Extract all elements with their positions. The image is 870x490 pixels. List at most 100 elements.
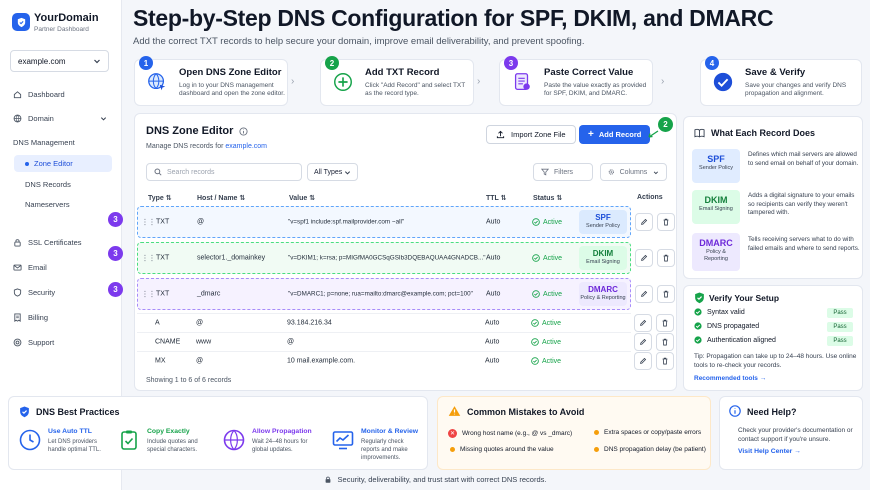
cell-host: selector1._domainkey [197, 254, 266, 262]
nav-domain[interactable]: Domain [10, 110, 112, 127]
record-tag: DMARC Policy & Reporting [579, 282, 627, 306]
nav-ssl[interactable]: SSL Certificates [10, 234, 112, 251]
nav-zone-editor-label: Zone Editor [34, 159, 73, 168]
records-count: Showing 1 to 6 of 6 records [146, 377, 232, 384]
cell-type: MX [155, 357, 166, 365]
globe-icon [13, 114, 22, 123]
visit-help-center-link[interactable]: Visit Help Center → [738, 448, 801, 455]
table-row[interactable]: CNAME www @ Auto Active [137, 332, 674, 351]
edit-button[interactable] [635, 213, 653, 231]
col-header-ttl[interactable]: TTL ⇅ [486, 194, 507, 202]
step-2-number: 2 [325, 56, 339, 70]
delete-button[interactable] [657, 285, 675, 303]
what-each-record-does-card: What Each Record Does SPF Sender Policy … [683, 116, 863, 279]
trash-icon [663, 254, 669, 262]
col-header-status[interactable]: Status ⇅ [533, 194, 562, 202]
step-3-callout-badge-spf: 3 [108, 212, 123, 227]
auto-ttl-desc: Let DNS providers handle optimal TTL. [48, 439, 101, 454]
drag-handle-icon[interactable]: ⋮⋮ [141, 254, 156, 263]
document-paste-icon [510, 70, 534, 94]
filters-button[interactable]: Filters [533, 163, 593, 181]
step-3-number: 3 [504, 56, 518, 70]
nav-email-label: Email [28, 263, 47, 272]
arrow-right-icon: › [477, 76, 481, 87]
col-status-label: Status [533, 195, 555, 202]
edit-button[interactable] [634, 352, 652, 370]
nav-support-label: Support [28, 338, 55, 347]
table-row-spf[interactable]: ⋮⋮ TXT @ "v=spf1 include:spf.mailprovider.c… [137, 206, 675, 238]
table-row[interactable]: MX @10 mail.example.com. Auto Active [137, 351, 674, 370]
shield-check-icon [20, 406, 29, 418]
status-text: Active [542, 357, 562, 365]
delete-button[interactable] [656, 333, 674, 351]
chevron-down-icon [100, 117, 107, 121]
status-text: Active [542, 338, 562, 346]
mistake-text: Extra spaces or copy/paste errors [604, 429, 702, 436]
copy-exactly-desc: Include quotes and special characters. [147, 439, 198, 454]
cell-value: "v=spf1 include:spf.mailprovider.com ~al… [288, 218, 405, 226]
edit-button[interactable] [634, 314, 652, 332]
col-header-host[interactable]: Host / Name ⇅ [197, 194, 245, 202]
verify-item-aligned-label: Authentication aligned [707, 336, 776, 344]
dkim-box: DKIM Email Signing [692, 190, 740, 224]
record-tag-sub: Email Signing [586, 259, 620, 265]
table-row-dkim[interactable]: ⋮⋮ TXT selector1._domainkey "v=DKIM1; k=rsa… [137, 242, 675, 274]
step-2-title: Add TXT Record [365, 67, 440, 78]
nav-nameservers[interactable]: Nameservers [14, 196, 112, 213]
status-badge: Active [531, 319, 561, 327]
col-header-actions: Actions [637, 194, 663, 201]
col-header-value[interactable]: Value ⇅ [289, 194, 315, 202]
nav-domain-label: Domain [28, 114, 54, 123]
zone-domain-link[interactable]: example.com [225, 143, 267, 150]
brand-subtitle: Partner Dashboard [34, 26, 89, 33]
dmarc-box-sub: Policy & Reporting [704, 249, 728, 262]
domain-select[interactable]: example.com [10, 50, 109, 72]
delete-button[interactable] [656, 314, 674, 332]
status-badge: Active [532, 218, 562, 226]
nav-billing[interactable]: Billing [10, 309, 112, 326]
bullet-dot-icon [450, 447, 455, 452]
mistake-text: Wrong host name (e.g., @ vs _dmarc) [462, 430, 573, 437]
table-row-dmarc[interactable]: ⋮⋮ TXT _dmarc "v=DMARC1; p=none; rua=mailto… [137, 278, 675, 310]
verify-item-syntax: Syntax valid [694, 308, 745, 316]
cell-host: _dmarc [197, 290, 221, 298]
search-icon [154, 168, 162, 176]
bullet-dot-icon [594, 430, 599, 435]
recommended-tools-link[interactable]: Recommended tools → [694, 375, 766, 382]
record-tag-sub: Policy & Reporting [580, 295, 626, 301]
page-subtitle: Add the correct TXT records to help secu… [133, 36, 585, 47]
zone-editor-title: DNS Zone Editor [146, 125, 248, 137]
nav-email[interactable]: Email [10, 259, 112, 276]
edit-button[interactable] [634, 333, 652, 351]
columns-button[interactable]: Columns [600, 163, 667, 181]
drag-handle-icon[interactable]: ⋮⋮ [141, 290, 156, 299]
table-row[interactable]: A @93.184.216.34 Auto Active [137, 313, 674, 332]
info-icon [729, 405, 741, 417]
need-help-desc: Check your provider's documentation or c… [738, 427, 853, 444]
info-icon[interactable] [239, 126, 248, 136]
pencil-icon [640, 319, 647, 326]
add-record-button[interactable]: + Add Record [579, 125, 651, 144]
cell-value: "v=DKIM1; k=rsa; p=MIGfMA0GCSqGSIb3DQEBA… [288, 254, 486, 262]
step-1-card: 1 Open DNS Zone Editor Log in to your DN… [134, 56, 288, 106]
nav-security[interactable]: Security [10, 284, 112, 301]
cell-ttl: Auto [486, 218, 501, 226]
dkim-description: Adds a digital signature to your emails … [748, 192, 855, 216]
drag-handle-icon[interactable]: ⋮⋮ [141, 218, 156, 227]
nav-zone-editor[interactable]: Zone Editor [14, 155, 112, 172]
nav-support[interactable]: Support [10, 334, 112, 351]
delete-button[interactable] [657, 249, 675, 267]
delete-button[interactable] [656, 352, 674, 370]
clipboard-check-icon [121, 430, 137, 450]
search-records-input[interactable]: Search records [146, 163, 302, 181]
cell-value: @ [287, 338, 295, 346]
edit-button[interactable] [635, 249, 653, 267]
import-zone-file-button[interactable]: Import Zone File [486, 125, 576, 144]
col-header-type[interactable]: Type ⇅ [148, 194, 172, 202]
pass-badge: Pass [827, 336, 853, 346]
nav-dashboard[interactable]: Dashboard [10, 86, 112, 103]
type-filter-select[interactable]: All Types [307, 163, 358, 181]
edit-button[interactable] [635, 285, 653, 303]
nav-dns-records[interactable]: DNS Records [14, 176, 112, 193]
delete-button[interactable] [657, 213, 675, 231]
